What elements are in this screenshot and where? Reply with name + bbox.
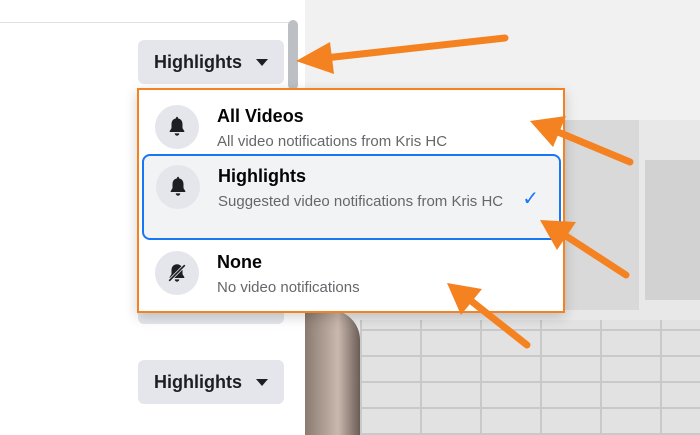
menu-item-title: All Videos bbox=[217, 106, 304, 126]
caret-down-icon bbox=[256, 58, 268, 66]
menu-item-subtitle: No video notifications bbox=[217, 279, 360, 296]
scene-figure bbox=[305, 310, 360, 435]
bell-off-icon bbox=[155, 251, 199, 295]
notification-dropdown-button-secondary[interactable]: Highlights bbox=[138, 360, 284, 404]
scene-brick-wall bbox=[360, 320, 700, 435]
caret-down-icon bbox=[256, 378, 268, 386]
menu-item-all-videos[interactable]: All Videos All video notifications from … bbox=[143, 96, 559, 158]
divider bbox=[0, 22, 290, 23]
dropdown-button-label: Highlights bbox=[154, 51, 242, 72]
scrollbar[interactable] bbox=[288, 20, 298, 90]
menu-item-title: None bbox=[217, 252, 262, 272]
scene-window bbox=[645, 160, 700, 300]
dropdown-button-label: Highlights bbox=[154, 371, 242, 392]
menu-item-highlights[interactable]: Highlights Suggested video notifications… bbox=[142, 154, 561, 240]
bell-icon bbox=[156, 165, 200, 209]
menu-item-none[interactable]: None No video notifications bbox=[143, 242, 559, 304]
checkmark-icon: ✓ bbox=[522, 188, 539, 210]
menu-item-subtitle: Suggested video notifications from Kris … bbox=[218, 193, 504, 210]
notification-menu: All Videos All video notifications from … bbox=[137, 88, 565, 313]
menu-item-title: Highlights bbox=[218, 166, 306, 186]
menu-item-subtitle: All video notifications from Kris HC bbox=[217, 133, 448, 150]
notification-dropdown-button[interactable]: Highlights bbox=[138, 40, 284, 84]
bell-icon bbox=[155, 105, 199, 149]
